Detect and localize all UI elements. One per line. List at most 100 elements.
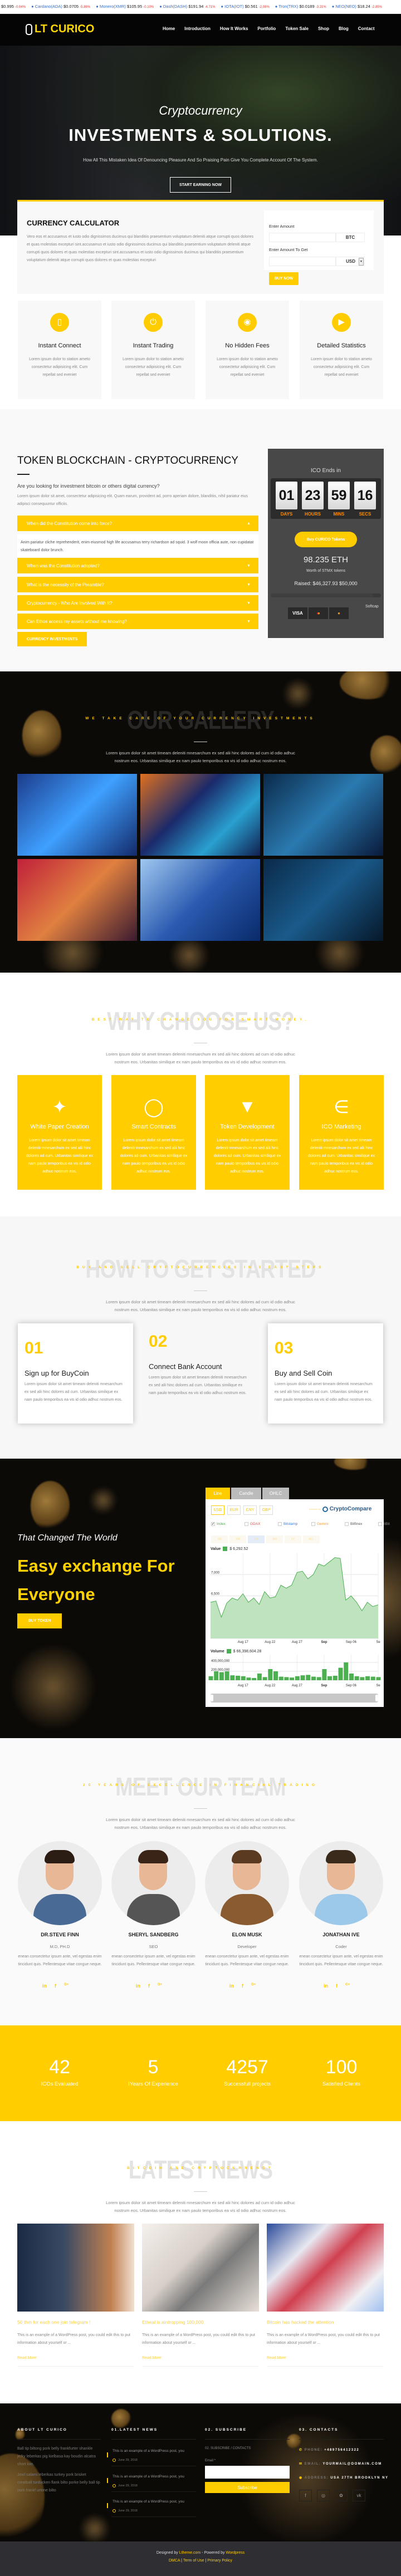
- gallery-image-blockchain-hand[interactable]: [263, 774, 383, 856]
- news-image[interactable]: [267, 2224, 384, 2312]
- pinwheel-icon: ✦: [52, 1097, 67, 1117]
- amount-label: Enter Amount: [269, 224, 295, 229]
- read-more-link[interactable]: Read More: [17, 2356, 37, 2360]
- gallery-image-digital-globe[interactable]: [140, 774, 260, 856]
- contact-address: ◉ ADDRESS: USA 27TH BROOKLYN NY: [299, 2476, 389, 2480]
- news-excerpt: This is an example of a WordPress post, …: [17, 2333, 130, 2345]
- google-plus-icon[interactable]: G+: [64, 1983, 69, 1989]
- news-title[interactable]: Etheal is airdropping 100,000: [142, 2319, 204, 2325]
- ticker-item[interactable]: ● Dash(DASH) $191.94 -4.71%: [159, 4, 215, 9]
- buy-token-button[interactable]: BUY TOKEN: [17, 1613, 62, 1628]
- ticker-item[interactable]: $0.995 -0.04%: [1, 4, 26, 9]
- ticker-item[interactable]: ● NEO(NEO) $18.24 -2.85%: [332, 4, 382, 9]
- tab-ohlc[interactable]: OHLC: [262, 1488, 289, 1499]
- gallery-image-ico-token[interactable]: [263, 859, 383, 941]
- accordion-content: Anim pariatur cliche reprehenderit, enim…: [17, 534, 258, 557]
- twitter-icon[interactable]: ✿: [335, 2490, 348, 2501]
- countdown-hours: 23: [302, 482, 324, 509]
- navigator-handle-left[interactable]: [211, 1695, 213, 1701]
- vk-icon[interactable]: vk: [353, 2490, 365, 2501]
- news-image[interactable]: [142, 2224, 259, 2312]
- ticker-item[interactable]: ● Monero(XMR) $105.95 -0.10%: [96, 4, 154, 9]
- linkedin-icon[interactable]: in: [324, 1983, 328, 1989]
- volume-bar: [268, 1669, 273, 1680]
- read-more-link[interactable]: Read More: [267, 2356, 286, 2360]
- currency-select[interactable]: USD ▼: [336, 257, 365, 266]
- step-card: 03 Buy and Sell Coin Lorem ipsum dolor s…: [268, 1323, 383, 1424]
- linkedin-icon[interactable]: in: [229, 1983, 234, 1989]
- nav-home[interactable]: Home: [163, 26, 175, 31]
- read-more-link[interactable]: Read More: [142, 2356, 162, 2360]
- buy-now-button[interactable]: BUY NOW: [269, 272, 299, 285]
- designer-link[interactable]: Ltheme.com: [179, 2551, 201, 2555]
- dmca-link[interactable]: DMCA: [169, 2559, 180, 2563]
- section-subtitle: BUY AND SELL CRYPTOCURRENCIES IN 3 EASY …: [76, 1265, 325, 1269]
- member-role: SEO: [149, 1944, 158, 1949]
- news-image[interactable]: [17, 2224, 134, 2312]
- start-earning-button[interactable]: START EARNING NOW: [170, 177, 231, 193]
- hero-subtitle: How All This Mistaken Idea Of Denouncing…: [83, 158, 318, 163]
- gallery-image-crypto-token-circuit[interactable]: [17, 774, 137, 856]
- nav-contact[interactable]: Contact: [358, 26, 375, 31]
- footer-contacts-title: 03. CONTACTS: [299, 2428, 339, 2432]
- nav-token-sale[interactable]: Token Sale: [285, 26, 309, 31]
- linkedin-icon[interactable]: in: [136, 1983, 140, 1989]
- currency-calculator: CURRENCY CALCULATOR Vero eos et accusamu…: [17, 200, 384, 294]
- navigator-scrollbar[interactable]: [211, 1694, 378, 1702]
- volume-bar: [252, 1678, 257, 1680]
- linkedin-icon[interactable]: in: [42, 1983, 47, 1989]
- terms-link[interactable]: Term of Use: [183, 2559, 204, 2563]
- privacy-link[interactable]: Primary Policy: [207, 2559, 232, 2563]
- amount-input[interactable]: [269, 233, 336, 242]
- gallery-image-bitcoin-miner[interactable]: [17, 859, 137, 941]
- facebook-icon[interactable]: f: [148, 1983, 150, 1989]
- ticker-item[interactable]: ● IOTA(IOT) $0.561 -2.08%: [221, 4, 270, 9]
- wordpress-link[interactable]: Wordpress: [226, 2551, 244, 2555]
- subscribe-email-input[interactable]: [205, 2466, 290, 2479]
- google-plus-icon[interactable]: G+: [345, 1983, 350, 1989]
- gallery-image-blockchain-man[interactable]: [140, 859, 260, 941]
- nav-shop[interactable]: Shop: [318, 26, 329, 31]
- get-amount-input[interactable]: [269, 257, 336, 266]
- nav-portfolio[interactable]: Portfolio: [257, 26, 276, 31]
- exchange-title-line2: Everyone: [17, 1584, 95, 1604]
- accordion-item[interactable]: Can Ethos access my assets without me kn…: [17, 614, 258, 629]
- tab-line[interactable]: Line: [206, 1488, 230, 1499]
- calculator-title: CURRENCY CALCULATOR: [27, 219, 120, 227]
- ticker-item[interactable]: ● Tron(TRX) $0.0189 -3.21%: [275, 4, 326, 9]
- facebook-icon[interactable]: f: [299, 2490, 312, 2501]
- nav-blog[interactable]: Blog: [339, 26, 349, 31]
- feature-card: ▯ Instant Connect Lorem ipsum dolor to s…: [18, 301, 101, 399]
- facebook-icon[interactable]: f: [55, 1983, 56, 1989]
- currency-investments-button[interactable]: CURRENCY INVESTMENTS: [17, 632, 87, 646]
- volume-bar: [246, 1677, 251, 1680]
- footer-news-item[interactable]: This is an example of a WordPress post, …: [113, 2475, 184, 2479]
- accordion-item[interactable]: When was the Constitution adopted? ▼: [17, 558, 258, 573]
- tab-candle[interactable]: Candle: [231, 1488, 261, 1499]
- navigator-handle-right[interactable]: [375, 1695, 378, 1701]
- nav-introduction[interactable]: Introduction: [184, 26, 211, 31]
- subscribe-button[interactable]: Subscribe: [205, 2482, 290, 2493]
- footer-news-item[interactable]: This is an example of a WordPress post, …: [113, 2500, 184, 2504]
- volume-bar: [262, 1677, 267, 1680]
- facebook-icon[interactable]: f: [242, 1983, 243, 1989]
- instagram-icon[interactable]: ◎: [317, 2490, 330, 2501]
- google-plus-icon[interactable]: G+: [158, 1983, 162, 1989]
- news-title[interactable]: 50 thm for each one join telegram !: [17, 2319, 90, 2325]
- accordion-item[interactable]: Cryptocurrency - Who Are Involved With I…: [17, 595, 258, 611]
- logo[interactable]: LT CURICO: [26, 23, 94, 36]
- ticker-item[interactable]: ● Cardano(ADA) $0.0705 -5.86%: [31, 4, 90, 9]
- feature-card: ◉ No Hidden Fees Lorem ipsum dolor to st…: [206, 301, 289, 399]
- nav-how-it-works[interactable]: How It Works: [220, 26, 248, 31]
- google-plus-icon[interactable]: G+: [251, 1983, 256, 1989]
- accordion-item[interactable]: What is the necessity of the Preamble? ▼: [17, 577, 258, 592]
- news-title[interactable]: Bitcoin has hacked the attention: [267, 2319, 334, 2325]
- volume-bar: [338, 1667, 343, 1680]
- footer-news-item[interactable]: This is an example of a WordPress post, …: [113, 2449, 184, 2453]
- accordion-item[interactable]: When did the Constitution come into forc…: [17, 516, 258, 531]
- section-divider: [194, 2191, 207, 2192]
- feature-text: Lorem ipsum dolor to station ameto conse…: [123, 357, 184, 377]
- buy-tokens-button[interactable]: Buy CURICO Tokens: [295, 532, 357, 547]
- facebook-icon[interactable]: f: [336, 1983, 338, 1989]
- news-marker-icon: [107, 2452, 108, 2457]
